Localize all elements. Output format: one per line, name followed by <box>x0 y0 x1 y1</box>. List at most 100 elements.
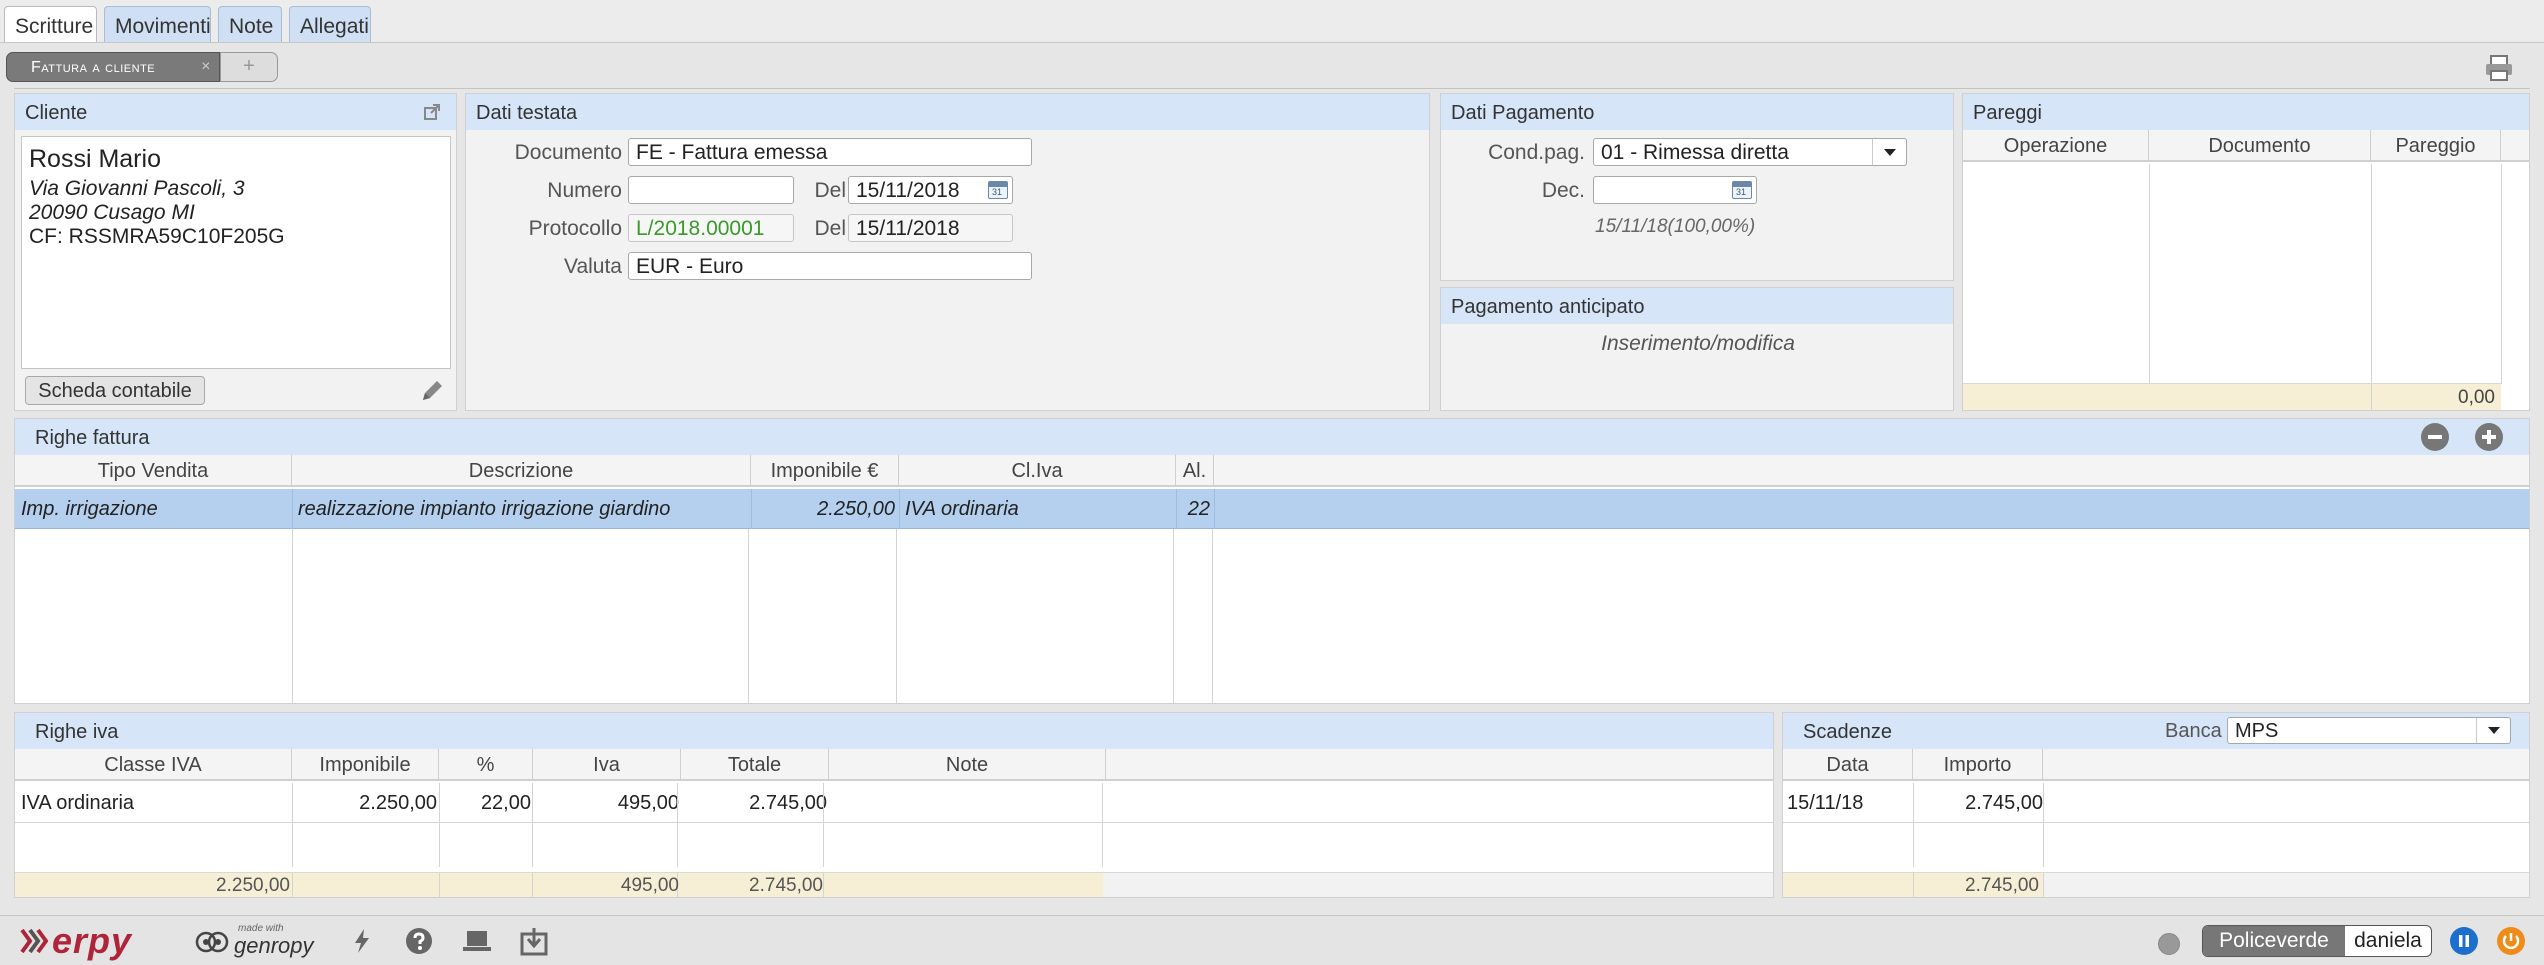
numero-field[interactable] <box>628 176 794 204</box>
remove-row-icon[interactable] <box>2421 423 2449 451</box>
calendar-icon[interactable] <box>988 181 1008 199</box>
righe-iva-title: Righe iva <box>35 721 119 743</box>
grid-divider <box>1913 873 1914 898</box>
protocollo-label: Protocollo <box>528 217 622 240</box>
pareggi-col-documento[interactable]: Documento <box>2149 130 2371 162</box>
col-data[interactable]: Data <box>1783 749 1913 781</box>
righe-iva-grid-header: Classe IVA Imponibile % Iva Totale Note <box>15 749 1773 781</box>
chevron-down-icon[interactable] <box>1872 139 1906 165</box>
link-icon[interactable] <box>423 103 441 121</box>
col-percentuale[interactable]: % <box>439 749 533 781</box>
plus-icon: + <box>243 55 255 77</box>
row-tipo-vendita: Imp. irrigazione <box>21 498 158 520</box>
anticipato-link[interactable]: Inserimento/modifica <box>1441 332 1955 356</box>
pareggi-title: Pareggi <box>1973 102 2042 124</box>
scadenze-grid-header: Data Importo <box>1783 749 2529 781</box>
genropy-label: genropy <box>234 933 314 958</box>
iva-row-totale: 2.745,00 <box>749 792 827 814</box>
iva-totals-row: 2.250,00 495,00 2.745,00 <box>15 872 1103 898</box>
download-icon[interactable] <box>520 926 548 956</box>
anticipato-panel: Pagamento anticipato Inserimento/modific… <box>1440 287 1954 411</box>
documento-label: Documento <box>514 141 622 164</box>
pareggi-col-pareggio[interactable]: Pareggio <box>2371 130 2501 162</box>
documento-field[interactable]: FE - Fattura emessa <box>628 138 1032 166</box>
calendar-icon[interactable] <box>1732 181 1752 199</box>
add-subtab-button[interactable]: + <box>220 52 278 82</box>
col-iva-imponibile[interactable]: Imponibile <box>292 749 439 781</box>
iva-total-imponibile: 2.250,00 <box>216 875 290 896</box>
scheda-contabile-button[interactable]: Scheda contabile <box>25 376 205 405</box>
col-tipo-vendita[interactable]: Tipo Vendita <box>15 455 292 487</box>
table-row[interactable]: IVA ordinaria 2.250,00 22,00 495,00 2.74… <box>15 783 1773 823</box>
scheda-contabile-label: Scheda contabile <box>38 380 192 402</box>
anticipato-header: Pagamento anticipato <box>1441 288 1953 324</box>
numero-label: Numero <box>547 179 622 202</box>
valuta-value: EUR - Euro <box>636 255 744 278</box>
righe-iva-panel: Righe iva Classe IVA Imponibile % Iva To… <box>14 712 1774 898</box>
erpy-logo: erpy <box>20 920 168 961</box>
tab-movimenti[interactable]: Movimenti <box>104 6 211 42</box>
dec-label: Dec. <box>1541 179 1585 202</box>
col-totale[interactable]: Totale <box>681 749 829 781</box>
user-badge[interactable]: Policeverde daniela <box>2202 925 2432 957</box>
tab-scritture[interactable]: Scritture <box>4 6 97 45</box>
pareggi-col-operazione[interactable]: Operazione <box>1963 130 2149 162</box>
cliente-panel: Cliente Rossi Mario Via Giovanni Pascoli… <box>14 93 457 411</box>
cliente-address-box: Rossi Mario Via Giovanni Pascoli, 3 2009… <box>21 136 451 369</box>
col-importo[interactable]: Importo <box>1913 749 2043 781</box>
pause-icon[interactable] <box>2450 927 2478 955</box>
pareggi-total: 0,00 <box>2458 387 2495 408</box>
power-icon[interactable] <box>2497 927 2525 955</box>
valuta-field[interactable]: EUR - Euro <box>628 252 1032 280</box>
testata-panel: Dati testata Documento FE - Fattura emes… <box>465 93 1430 411</box>
col-descrizione[interactable]: Descrizione <box>292 455 751 487</box>
iva-row-percentuale: 22,00 <box>480 792 531 814</box>
tab-note[interactable]: Note <box>218 6 282 42</box>
pagamento-title: Dati Pagamento <box>1451 102 1595 124</box>
dec-date-field[interactable] <box>1593 176 1757 204</box>
add-row-icon[interactable] <box>2475 423 2503 451</box>
righe-fattura-title: Righe fattura <box>35 427 150 449</box>
grid-divider <box>1214 489 1215 529</box>
grid-divider <box>439 873 440 898</box>
table-row[interactable]: Imp. irrigazione realizzazione impianto … <box>15 489 2529 529</box>
col-cl-iva[interactable]: Cl.Iva <box>899 455 1176 487</box>
pagamento-summary: 15/11/18(100,00%) <box>1595 216 1756 237</box>
subtab-fattura-cliente[interactable]: Fattura a cliente × <box>6 52 220 82</box>
col-note[interactable]: Note <box>829 749 1106 781</box>
close-icon[interactable]: × <box>201 58 211 76</box>
grid-divider <box>748 529 749 703</box>
erpy-logo-text: erpy <box>52 920 133 961</box>
help-icon[interactable] <box>405 927 433 955</box>
laptop-icon[interactable] <box>462 928 492 954</box>
pencil-icon[interactable] <box>419 378 445 404</box>
banca-select[interactable]: MPS <box>2227 717 2511 744</box>
scadenze-title: Scadenze <box>1803 721 1892 743</box>
chevron-down-icon[interactable] <box>2476 718 2510 743</box>
protocollo-date-value: 15/11/2018 <box>856 217 960 240</box>
table-row[interactable]: 15/11/18 2.745,00 <box>1783 783 2529 823</box>
scadenze-total: 2.745,00 <box>1965 875 2039 896</box>
col-iva[interactable]: Iva <box>533 749 681 781</box>
tab-allegati[interactable]: Allegati <box>289 6 371 42</box>
grid-divider <box>1176 489 1177 529</box>
col-classe-iva[interactable]: Classe IVA <box>15 749 292 781</box>
iva-row-classe: IVA ordinaria <box>21 792 135 814</box>
testata-header: Dati testata <box>466 94 1429 130</box>
grid-divider <box>532 873 533 898</box>
grid-divider <box>2371 384 2372 411</box>
grid-divider <box>2043 873 2044 898</box>
tab-note-label: Note <box>229 15 274 38</box>
protocollo-field: L/2018.00001 <box>628 214 794 242</box>
lightning-icon[interactable] <box>352 928 372 954</box>
scadenze-panel: Scadenze Banca MPS Data Importo 15/11/18… <box>1782 712 2530 898</box>
iva-totals-filler <box>1103 872 1773 897</box>
tab-allegati-label: Allegati <box>300 15 369 38</box>
numero-date-field[interactable]: 15/11/2018 <box>848 176 1013 204</box>
col-imponibile[interactable]: Imponibile € <box>751 455 899 487</box>
cond-pag-select[interactable]: 01 - Rimessa diretta <box>1593 138 1907 166</box>
print-icon[interactable] <box>2484 54 2514 82</box>
col-aliquota[interactable]: Al. <box>1176 455 1214 487</box>
grid-divider <box>1102 783 1103 867</box>
iva-row-imponibile: 2.250,00 <box>359 792 437 814</box>
